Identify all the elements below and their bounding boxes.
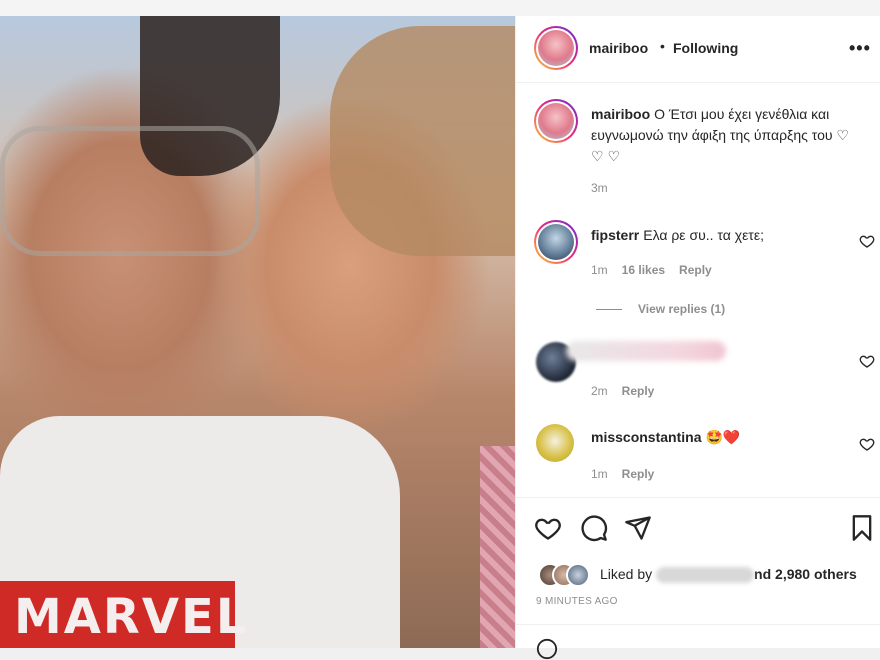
emoji-icon[interactable] — [536, 638, 558, 660]
caption-username[interactable]: mairiboo — [591, 106, 650, 122]
comment-username[interactable]: fipsterr — [591, 227, 639, 243]
caption-avatar[interactable] — [534, 99, 578, 143]
comment-avatar-fipsterr[interactable] — [534, 220, 578, 264]
header-avatar[interactable] — [534, 26, 578, 70]
caption-time: 3m — [591, 181, 608, 195]
comment-time: 1m — [591, 263, 608, 277]
post-header: mairiboo • Following ••• — [516, 16, 880, 83]
comment-missconstantina: missconstantina 🤩❤️ — [591, 429, 740, 446]
replies-divider-line — [596, 309, 622, 311]
liked-by-text[interactable]: Liked by nd 2,980 others — [600, 566, 857, 584]
comment-fipsterr: fipsterr Ελα ρε συ.. τα χετε; — [591, 227, 764, 243]
reply-button[interactable]: Reply — [622, 467, 655, 481]
bookmark-icon[interactable] — [848, 514, 876, 542]
browser-top-strip — [0, 0, 880, 16]
reply-button[interactable]: Reply — [622, 384, 655, 398]
liked-by-prefix: Liked by — [600, 566, 653, 582]
comment-box-divider — [516, 624, 880, 625]
liker-avatar — [566, 563, 590, 587]
photo-region-hair-right — [330, 26, 515, 256]
comment-blurred-text — [566, 341, 726, 361]
comment-likes[interactable]: 16 likes — [622, 263, 665, 277]
send-icon[interactable] — [624, 514, 652, 542]
view-replies-button[interactable]: View replies (1) — [596, 302, 725, 316]
comment-username[interactable]: missconstantina — [591, 429, 701, 445]
post-photo[interactable]: MARVEL — [0, 16, 515, 648]
comment-like-heart-icon[interactable] — [859, 353, 875, 369]
comment-time: 1m — [591, 467, 608, 481]
shirt-logo-text: MARVEL — [14, 589, 249, 645]
liked-by-count[interactable]: nd 2,980 others — [754, 566, 857, 582]
comment-icon[interactable] — [580, 514, 608, 542]
header-username[interactable]: mairiboo — [589, 40, 648, 56]
actions-divider — [516, 497, 880, 498]
comment-like-heart-icon[interactable] — [859, 436, 875, 452]
reply-button[interactable]: Reply — [679, 263, 712, 277]
heart-icon[interactable] — [534, 514, 562, 542]
post-time-ago: 9 MINUTES AGO — [536, 596, 618, 607]
comment-like-heart-icon[interactable] — [859, 233, 875, 249]
more-options-icon[interactable]: ••• — [849, 38, 871, 59]
photo-shirt-logo: MARVEL — [0, 581, 246, 648]
header-separator-dot: • — [660, 38, 665, 54]
liked-by-blurred-name — [656, 567, 755, 584]
comment-meta: 2m Reply — [591, 384, 668, 398]
comment-meta: 1m 16 likes Reply — [591, 263, 726, 277]
comment-text: 🤩❤️ — [705, 429, 741, 445]
view-replies-label: View replies (1) — [638, 302, 726, 316]
comment-avatar-missconstantina[interactable] — [536, 424, 574, 462]
photo-region-scarf — [480, 446, 515, 648]
following-button[interactable]: Following — [673, 40, 738, 56]
photo-region-glasses — [0, 126, 260, 256]
caption: mairiboo Ο Έτσι μου έχει γενέθλια και ευγ… — [591, 104, 861, 167]
comment-time: 2m — [591, 384, 608, 398]
comment-meta: 1m Reply — [591, 467, 668, 481]
comment-text: Ελα ρε συ.. τα χετε; — [643, 227, 764, 243]
post-side-panel: mairiboo • Following ••• mairiboo Ο Έτσι … — [515, 16, 880, 660]
